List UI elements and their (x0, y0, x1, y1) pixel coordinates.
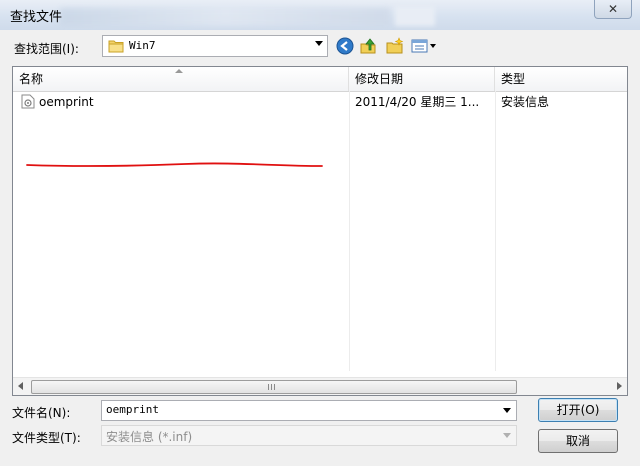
annotation-underline (26, 162, 323, 167)
look-in-combo[interactable]: Win7 (102, 35, 328, 57)
filename-input[interactable]: oemprint (101, 400, 517, 421)
file-name: oemprint (39, 95, 94, 109)
close-icon: ✕ (607, 2, 619, 16)
dialog-body: 查找范围(I): Win7 名称 修改日期 类型 oemprint 2011/4… (4, 30, 636, 466)
open-button[interactable]: 打开(O) (538, 398, 618, 422)
file-list[interactable]: 名称 修改日期 类型 oemprint 2011/4/20 星期三 1... 安… (12, 66, 628, 396)
filetype-select[interactable]: 安装信息 (*.inf) (101, 425, 517, 446)
blurred-background-2 (395, 6, 435, 26)
column-header-type[interactable]: 类型 (495, 67, 627, 91)
column-type-label: 类型 (501, 72, 526, 86)
column-divider (495, 91, 496, 371)
back-button[interactable] (334, 36, 356, 56)
file-modified: 2011/4/20 星期三 1... (355, 95, 480, 109)
column-name-label: 名称 (19, 72, 44, 86)
scroll-thumb[interactable] (31, 380, 517, 394)
file-row[interactable]: oemprint 2011/4/20 星期三 1... 安装信息 (13, 91, 627, 113)
filetype-value: 安装信息 (*.inf) (106, 430, 193, 444)
folder-icon (108, 40, 124, 53)
column-header-row: 名称 修改日期 类型 (13, 67, 627, 92)
sort-up-icon (175, 69, 183, 73)
column-modified-label: 修改日期 (355, 72, 404, 86)
close-button[interactable]: ✕ (594, 0, 632, 19)
window-title: 查找文件 (10, 10, 63, 25)
column-header-name[interactable]: 名称 (13, 67, 349, 91)
look-in-label: 查找范围(I): (14, 42, 79, 56)
new-folder-button[interactable] (384, 36, 406, 56)
file-type: 安装信息 (501, 95, 550, 109)
chevron-down-icon[interactable] (503, 408, 511, 413)
new-folder-icon (386, 37, 404, 54)
scroll-left-icon[interactable] (18, 382, 23, 390)
view-menu-icon (411, 39, 436, 53)
filename-label: 文件名(N): (12, 406, 71, 420)
back-icon (336, 37, 354, 55)
column-divider (349, 91, 350, 371)
chevron-down-icon (315, 41, 323, 46)
look-in-value: Win7 (129, 39, 156, 52)
horizontal-scrollbar[interactable] (13, 377, 627, 395)
scroll-right-icon[interactable] (617, 382, 622, 390)
filename-value: oemprint (106, 403, 159, 416)
up-folder-icon (360, 38, 376, 54)
filetype-label: 文件类型(T): (12, 431, 81, 445)
up-folder-button[interactable] (358, 36, 380, 56)
inf-file-icon (21, 94, 35, 109)
title-bar: 查找文件 ✕ (0, 0, 640, 30)
grip-icon (268, 384, 277, 390)
view-menu-button[interactable] (410, 36, 438, 56)
chevron-down-icon (503, 433, 511, 438)
column-header-modified[interactable]: 修改日期 (349, 67, 495, 91)
blurred-background (60, 8, 390, 26)
cancel-button[interactable]: 取消 (538, 429, 618, 453)
